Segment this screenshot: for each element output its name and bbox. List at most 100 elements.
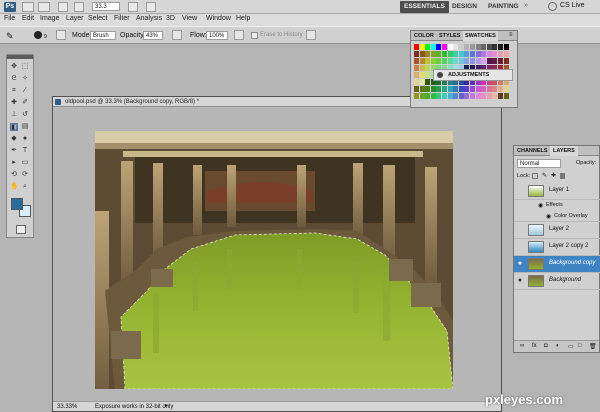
new-layer-icon[interactable]: □ [578, 343, 582, 349]
swatch-cell[interactable] [419, 58, 425, 65]
3d-camera-tool-icon[interactable]: ⟳ [21, 171, 29, 179]
flow-field[interactable]: 100% [206, 31, 228, 40]
swatch-cell[interactable] [481, 44, 487, 51]
adjustments-collapsed-panel[interactable]: ADJUSTMENTS [433, 69, 513, 81]
swatch-cell[interactable] [470, 44, 475, 51]
swatch-cell[interactable] [498, 51, 503, 58]
layer-row-layer-1[interactable]: Layer 1 [514, 183, 600, 200]
mode-select[interactable]: Brush [90, 31, 116, 40]
swatch-cell[interactable] [447, 51, 453, 58]
crop-tool-icon[interactable]: ⌗ [10, 87, 18, 95]
layer-effects-row[interactable]: ◉ Effects [514, 200, 600, 211]
roman-baths-photo[interactable] [95, 131, 453, 389]
swatch-cell[interactable] [442, 86, 447, 93]
zoom-level-field[interactable]: 33.3 [92, 2, 120, 11]
adjustment-layer-icon[interactable]: ◐ [556, 343, 560, 349]
swatch-cell[interactable] [436, 58, 442, 65]
tab-swatches[interactable]: SWATCHES [463, 31, 498, 41]
blur-tool-icon[interactable]: ◆ [10, 135, 18, 143]
brush-preview-icon[interactable] [34, 31, 42, 39]
swatch-cell[interactable] [425, 93, 431, 100]
marquee-tool-icon[interactable]: ⬚ [21, 63, 29, 71]
tab-color[interactable]: COLOR [414, 33, 434, 39]
swatch-cell[interactable] [419, 51, 425, 58]
effect-visibility-icon[interactable]: ◉ [546, 213, 551, 220]
swatch-cell[interactable] [464, 86, 470, 93]
swatch-cell[interactable] [475, 58, 481, 65]
swatch-cell[interactable] [419, 65, 425, 72]
brush-tool-icon[interactable]: ✐ [21, 99, 29, 107]
swatch-cell[interactable] [425, 58, 431, 65]
swatch-cell[interactable] [436, 44, 442, 51]
eyedropper-tool-icon[interactable]: ⁄ [21, 87, 29, 95]
workspace-chevron-icon[interactable]: » [524, 2, 528, 9]
swatch-cell[interactable] [436, 86, 442, 93]
pressure-size-icon[interactable] [306, 30, 316, 40]
gradient-tool-icon[interactable]: ▤ [21, 123, 29, 131]
arrange-documents-icon[interactable] [128, 2, 138, 12]
swatch-cell[interactable] [442, 44, 447, 51]
lock-transparent-icon[interactable] [532, 173, 538, 179]
swatch-cell[interactable] [498, 58, 503, 65]
pressure-opacity-icon[interactable] [172, 30, 182, 40]
swatch-cell[interactable] [414, 51, 419, 58]
minibridge-icon[interactable] [38, 2, 50, 12]
swatch-cell[interactable] [453, 93, 459, 100]
swatch-cell[interactable] [436, 93, 442, 100]
workspace-design[interactable]: DESIGN [448, 1, 481, 13]
swatch-cell[interactable] [470, 58, 475, 65]
bridge-icon[interactable] [22, 2, 34, 12]
layer-row-background-copy[interactable]: ● Background copy [514, 256, 600, 273]
swatch-cell[interactable] [453, 44, 459, 51]
airbrush-icon[interactable] [234, 30, 244, 40]
swatch-cell[interactable] [419, 93, 425, 100]
color-overlay-row[interactable]: ◉ Color Overlay [514, 211, 600, 222]
swatch-cell[interactable] [464, 51, 470, 58]
swatch-cell[interactable] [458, 93, 464, 100]
eraser-tool-preset-icon[interactable]: ✎ [6, 31, 20, 41]
swatch-cell[interactable] [430, 58, 436, 65]
hand-tool-icon[interactable]: ✋ [10, 183, 19, 191]
lock-position-icon[interactable]: ✚ [551, 173, 556, 179]
visibility-eye-icon[interactable]: ● [516, 260, 524, 268]
tab-channels[interactable]: CHANNELS [517, 148, 548, 154]
hand-tool-icon[interactable] [58, 2, 68, 12]
swatch-cell[interactable] [436, 51, 442, 58]
swatch-cell[interactable] [470, 86, 475, 93]
swatch-cell[interactable] [419, 44, 425, 51]
swatch-cell[interactable] [425, 79, 431, 86]
menu-filter[interactable]: Filter [114, 15, 130, 22]
menu-image[interactable]: Image [40, 15, 59, 22]
delete-layer-icon[interactable]: 🗑 [589, 343, 597, 350]
swatch-cell[interactable] [453, 51, 459, 58]
workspace-painting[interactable]: PAINTING [484, 1, 523, 13]
swatch-cell[interactable] [464, 44, 470, 51]
swatch-cell[interactable] [419, 86, 425, 93]
move-tool-icon[interactable]: ✥ [10, 63, 18, 71]
swatch-cell[interactable] [481, 51, 487, 58]
status-menu-arrow-icon[interactable]: ▸ [165, 402, 168, 411]
swatch-cell[interactable] [447, 86, 453, 93]
swatch-cell[interactable] [442, 93, 447, 100]
layer-row-layer-2-copy-2[interactable]: Layer 2 copy 2 [514, 239, 600, 256]
swatch-cell[interactable] [458, 44, 464, 51]
screen-mode-icon[interactable] [146, 2, 156, 12]
visibility-eye-icon[interactable]: ● [516, 277, 524, 285]
swatch-cell[interactable] [442, 51, 447, 58]
swatch-cell[interactable] [447, 58, 453, 65]
opacity-field[interactable]: 43% [143, 31, 163, 40]
zoom-tool-icon[interactable] [74, 2, 84, 12]
swatch-cell[interactable] [481, 58, 487, 65]
swatch-cell[interactable] [481, 86, 487, 93]
swatch-cell[interactable] [425, 51, 431, 58]
layer-row-layer-2[interactable]: Layer 2 [514, 222, 600, 239]
swatch-cell[interactable] [498, 93, 503, 100]
menu-window[interactable]: Window [206, 15, 231, 22]
brush-panel-icon[interactable] [56, 30, 66, 40]
swatch-cell[interactable] [414, 58, 419, 65]
swatch-cell[interactable] [425, 44, 431, 51]
visibility-toggle[interactable] [516, 226, 524, 234]
swatch-cell[interactable] [475, 86, 481, 93]
group-icon[interactable]: ▭ [568, 343, 574, 350]
erase-history-checkbox[interactable] [251, 32, 258, 39]
